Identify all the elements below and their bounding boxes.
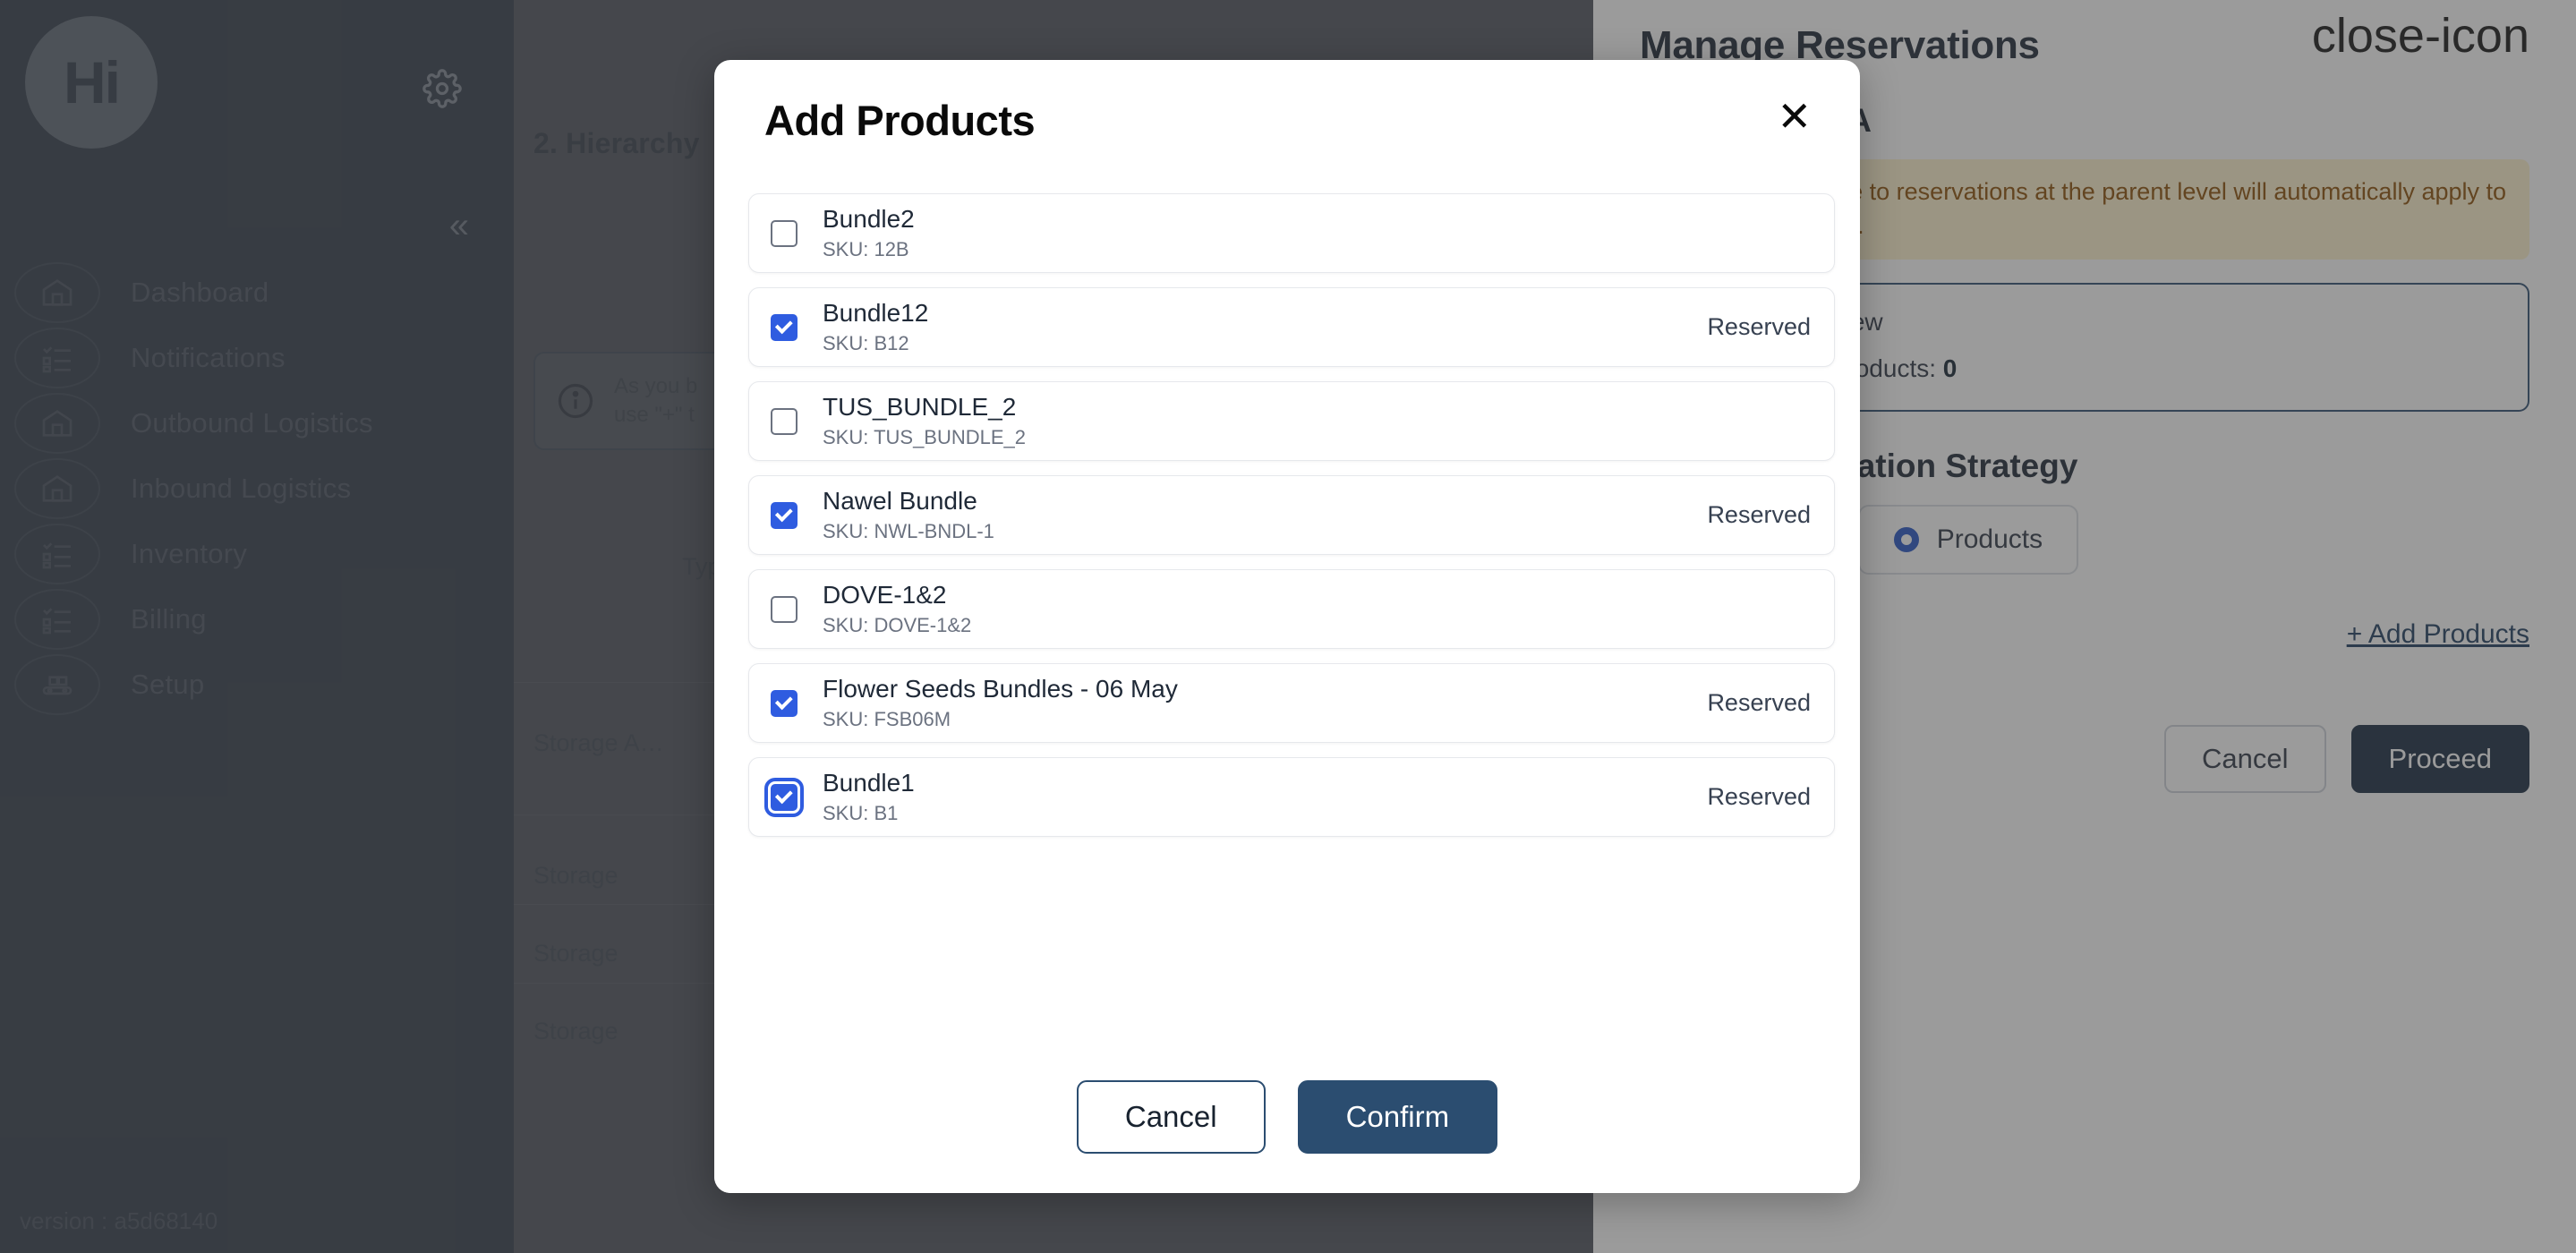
product-sku: SKU: FSB06M: [823, 708, 1707, 731]
product-sku: SKU: TUS_BUNDLE_2: [823, 426, 1811, 449]
product-name: Bundle1: [823, 769, 915, 797]
product-name: Flower Seeds Bundles - 06 May: [823, 675, 1178, 703]
modal-header: Add Products ✕: [714, 60, 1860, 145]
product-name: DOVE-1&2: [823, 581, 947, 609]
status-badge: Reserved: [1707, 783, 1811, 811]
product-checkbox[interactable]: [771, 314, 798, 341]
list-item[interactable]: DOVE-1&2 SKU: DOVE-1&2: [748, 569, 1835, 649]
confirm-button[interactable]: Confirm: [1298, 1080, 1498, 1154]
product-name: Bundle12: [823, 299, 928, 327]
product-checkbox[interactable]: [771, 220, 798, 247]
status-badge: Reserved: [1707, 689, 1811, 717]
product-sku: SKU: NWL-BNDL-1: [823, 520, 1707, 543]
list-item[interactable]: Bundle12 SKU: B12 Reserved: [748, 287, 1835, 367]
add-products-modal: Add Products ✕ Bundle2 SKU: 12B Bundle12…: [714, 60, 1860, 1193]
product-name: TUS_BUNDLE_2: [823, 393, 1016, 421]
status-badge: Reserved: [1707, 501, 1811, 529]
product-checkbox[interactable]: [771, 596, 798, 623]
product-checkbox[interactable]: [771, 408, 798, 435]
list-item[interactable]: TUS_BUNDLE_2 SKU: TUS_BUNDLE_2: [748, 381, 1835, 461]
product-list[interactable]: Bundle2 SKU: 12B Bundle12 SKU: B12 Reser…: [714, 145, 1860, 1057]
modal-title: Add Products: [764, 96, 1810, 145]
product-checkbox[interactable]: [771, 690, 798, 717]
product-checkbox[interactable]: [771, 502, 798, 529]
list-item[interactable]: Bundle1 SKU: B1 Reserved: [748, 757, 1835, 837]
product-sku: SKU: B12: [823, 332, 1707, 355]
list-item[interactable]: Nawel Bundle SKU: NWL-BNDL-1 Reserved: [748, 475, 1835, 555]
product-name: Bundle2: [823, 205, 915, 233]
cancel-button[interactable]: Cancel: [1077, 1080, 1266, 1154]
product-sku: SKU: 12B: [823, 238, 1811, 261]
product-checkbox[interactable]: [771, 784, 798, 811]
modal-footer: Cancel Confirm: [714, 1057, 1860, 1193]
list-item[interactable]: Flower Seeds Bundles - 06 May SKU: FSB06…: [748, 663, 1835, 743]
product-sku: SKU: B1: [823, 802, 1707, 825]
app-root: Hi « Dashboard: [0, 0, 2576, 1253]
list-item[interactable]: Bundle2 SKU: 12B: [748, 193, 1835, 273]
product-sku: SKU: DOVE-1&2: [823, 614, 1811, 637]
close-icon[interactable]: ✕: [1777, 101, 1812, 132]
product-name: Nawel Bundle: [823, 487, 977, 515]
status-badge: Reserved: [1707, 313, 1811, 341]
